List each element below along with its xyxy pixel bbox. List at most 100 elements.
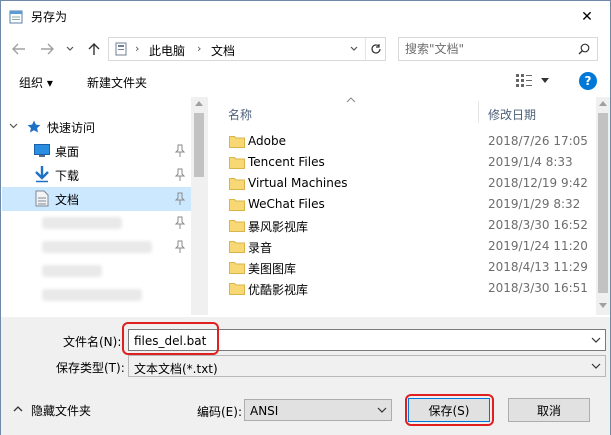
cancel-button[interactable]: 取消 <box>508 398 590 422</box>
blurred-label <box>42 289 142 301</box>
hide-folders-label: 隐藏文件夹 <box>31 404 92 418</box>
title-bar: 另存为 ✕ <box>1 1 610 32</box>
save-as-dialog: 另存为 ✕ › 此电脑 › 文档 搜索"文档" 组织 ▾ 新建文件夹 ? 快速访… <box>0 0 611 435</box>
chevron-up-icon <box>13 406 23 412</box>
search-box[interactable] <box>398 37 598 61</box>
column-divider[interactable] <box>478 101 479 123</box>
cancel-button-label: 取消 <box>536 403 561 418</box>
sidebar-item-label: 桌面 <box>55 145 80 159</box>
breadcrumb-documents[interactable]: 文档 <box>211 42 235 59</box>
documents-icon <box>35 190 49 207</box>
file-row[interactable]: 优酷影视库 2018/3/30 16:51 <box>210 278 596 299</box>
close-icon: ✕ <box>581 8 593 25</box>
file-date: 2019/1/24 11:20 <box>488 239 588 253</box>
back-button[interactable] <box>9 39 29 59</box>
notepad-icon <box>9 10 23 24</box>
folder-icon <box>229 157 245 169</box>
download-icon <box>35 166 49 183</box>
save-button-highlight <box>405 394 494 426</box>
file-list-header: 名称 修改日期 <box>210 97 596 125</box>
new-folder-button[interactable]: 新建文件夹 <box>87 74 147 91</box>
navigation-pane-scrollbar[interactable] <box>191 97 208 315</box>
file-name: Tencent Files <box>248 155 325 169</box>
desktop-icon <box>34 144 50 157</box>
column-header-date[interactable]: 修改日期 <box>488 106 536 123</box>
close-button[interactable]: ✕ <box>564 1 610 32</box>
sidebar-item-blurred[interactable] <box>2 259 192 283</box>
chevron-down-icon <box>66 46 74 51</box>
encoding-select[interactable]: ANSI <box>244 399 392 421</box>
chevron-down-icon <box>350 46 358 51</box>
file-row[interactable]: Tencent Files 2019/1/4 8:33 <box>210 152 596 173</box>
search-input[interactable] <box>405 41 570 57</box>
search-icon <box>578 43 590 55</box>
pin-icon[interactable] <box>174 216 186 230</box>
window-title: 另存为 <box>31 10 68 24</box>
breadcrumb-separator: › <box>197 42 202 55</box>
recent-locations-button[interactable] <box>63 39 77 59</box>
file-name: 美图图库 <box>248 262 297 276</box>
pin-icon[interactable] <box>174 192 186 206</box>
file-name: Virtual Machines <box>248 176 348 190</box>
file-date: 2018/12/19 9:42 <box>488 176 588 190</box>
scrollbar-thumb[interactable] <box>598 113 608 293</box>
sidebar-item-downloads[interactable]: 下载 <box>2 163 192 187</box>
hide-folders-toggle[interactable]: 隐藏文件夹 <box>13 401 103 419</box>
chevron-down-icon <box>591 363 601 369</box>
arrow-up-icon <box>88 43 100 55</box>
forward-button[interactable] <box>37 39 57 59</box>
column-header-name[interactable]: 名称 <box>228 106 252 123</box>
address-bar[interactable]: › 此电脑 › 文档 <box>108 37 386 61</box>
sidebar-item-quick-access[interactable]: 快速访问 <box>2 115 192 139</box>
refresh-button[interactable] <box>365 38 385 60</box>
file-row[interactable]: 暴风影视库 2018/3/30 16:52 <box>210 215 596 236</box>
file-date: 2019/1/29 8:32 <box>488 197 581 211</box>
organize-menu[interactable]: 组织 ▾ <box>19 74 53 91</box>
view-options-button[interactable] <box>516 74 552 90</box>
folder-icon <box>229 220 245 232</box>
sidebar-item-label: 文档 <box>55 193 80 207</box>
navigation-bar: › 此电脑 › 文档 <box>1 33 610 65</box>
chevron-down-icon[interactable] <box>591 336 601 344</box>
filename-label: 文件名(N): <box>63 335 122 349</box>
sidebar-item-documents[interactable]: 文档 <box>2 187 192 211</box>
arrow-right-icon <box>41 43 54 55</box>
folder-icon <box>229 262 245 274</box>
file-row[interactable]: Virtual Machines 2018/12/19 9:42 <box>210 173 596 194</box>
file-name: Adobe <box>248 134 286 148</box>
chevron-down-icon <box>599 303 607 308</box>
file-list-scrollbar[interactable] <box>596 97 610 315</box>
file-date: 2019/1/4 8:33 <box>488 155 573 169</box>
folder-icon <box>229 178 245 190</box>
sidebar-item-blurred[interactable] <box>2 211 192 235</box>
address-history-button[interactable] <box>344 38 364 60</box>
file-row[interactable]: WeChat Files 2019/1/29 8:32 <box>210 194 596 215</box>
sidebar-item-desktop[interactable]: 桌面 <box>2 139 192 163</box>
folder-icon <box>229 283 245 295</box>
folder-icon <box>229 241 245 253</box>
file-name: 录音 <box>248 241 273 255</box>
file-list: 名称 修改日期 Adobe 2018/7/26 17:05 Tencent File… <box>210 97 596 315</box>
file-row[interactable]: 录音 2019/1/24 11:20 <box>210 236 596 257</box>
encoding-label: 编码(E): <box>197 405 242 419</box>
up-button[interactable] <box>84 39 104 59</box>
pin-icon[interactable] <box>174 144 186 158</box>
star-icon <box>27 120 41 133</box>
sort-ascending-icon <box>346 97 356 103</box>
folder-icon <box>229 199 245 211</box>
sidebar-item-label: 下载 <box>55 169 80 183</box>
filetype-select[interactable]: 文本文档(*.txt) <box>128 355 606 377</box>
folder-icon <box>229 136 245 148</box>
blurred-label <box>42 217 122 229</box>
file-row[interactable]: Adobe 2018/7/26 17:05 <box>210 131 596 152</box>
help-button[interactable]: ? <box>579 72 597 90</box>
sidebar-item-blurred[interactable] <box>2 283 192 307</box>
pin-icon[interactable] <box>174 240 186 254</box>
file-row[interactable]: 美图图库 2018/4/13 11:29 <box>210 257 596 278</box>
scrollbar-thumb[interactable] <box>194 113 204 177</box>
sidebar-item-blurred[interactable] <box>2 235 192 259</box>
chevron-down-icon <box>377 407 387 413</box>
file-date: 2018/3/30 16:51 <box>488 281 588 295</box>
pin-icon[interactable] <box>174 168 186 182</box>
breadcrumb-this-pc[interactable]: 此电脑 <box>149 42 185 59</box>
